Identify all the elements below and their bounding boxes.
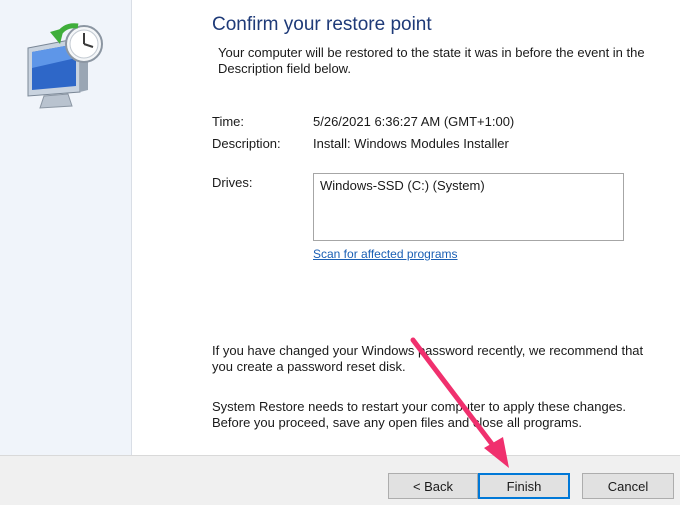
time-value: 5/26/2021 6:36:27 AM (GMT+1:00): [313, 114, 515, 129]
drives-list[interactable]: Windows-SSD (C:) (System): [313, 173, 624, 241]
description-value: Install: Windows Modules Installer: [313, 136, 509, 151]
dialog-content: Confirm your restore point Your computer…: [131, 0, 680, 455]
restart-note: System Restore needs to restart your com…: [212, 399, 627, 430]
drives-label: Drives:: [212, 175, 253, 190]
finish-button[interactable]: Finish: [478, 473, 570, 499]
description-label: Description:: [212, 136, 281, 151]
intro-text: Your computer will be restored to the st…: [218, 45, 645, 76]
scan-affected-programs-link[interactable]: Scan for affected programs: [313, 247, 458, 261]
time-label: Time:: [212, 114, 245, 129]
password-note: If you have changed your Windows passwor…: [212, 343, 644, 374]
back-button[interactable]: < Back: [388, 473, 478, 499]
system-restore-icon: [27, 23, 103, 109]
button-bar: < Back Finish Cancel: [0, 455, 680, 505]
sidebar-panel: [0, 0, 132, 455]
cancel-button[interactable]: Cancel: [582, 473, 674, 499]
drive-item[interactable]: Windows-SSD (C:) (System): [320, 178, 485, 193]
page-title: Confirm your restore point: [212, 14, 432, 35]
